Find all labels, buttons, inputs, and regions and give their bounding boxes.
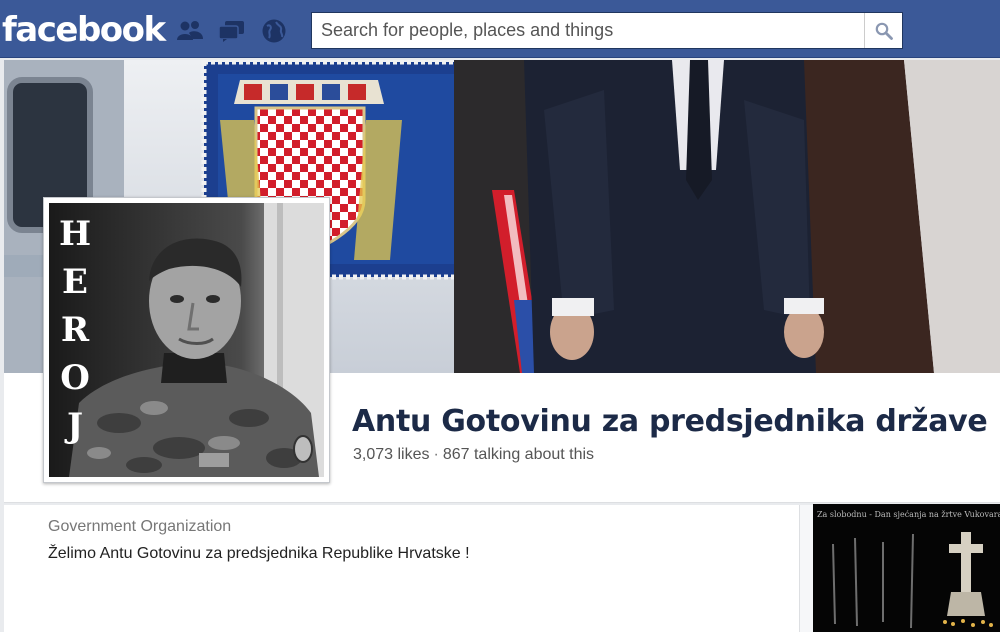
friend-requests-icon[interactable] bbox=[176, 18, 204, 44]
page-stats: 3,073 likes · 867 talking about this bbox=[353, 446, 594, 464]
about-box: Government Organization Želimo Antu Goto… bbox=[4, 505, 800, 632]
heroj-letter: H bbox=[59, 214, 91, 254]
heroj-letter: O bbox=[60, 358, 90, 398]
search-button[interactable] bbox=[864, 13, 902, 48]
talking-about-count[interactable]: 867 talking about this bbox=[443, 446, 594, 463]
search-box bbox=[311, 12, 903, 49]
heroj-letter: R bbox=[61, 310, 90, 350]
page-description: Želimo Antu Gotovinu za predsjednika Rep… bbox=[48, 545, 470, 562]
facebook-logo[interactable]: facebook bbox=[2, 10, 166, 50]
heroj-letter: E bbox=[62, 262, 88, 302]
likes-count[interactable]: 3,073 likes bbox=[353, 446, 430, 463]
top-bar: facebook bbox=[0, 0, 1000, 58]
profile-picture[interactable]: H E R O J bbox=[43, 197, 330, 483]
heroj-letter: J bbox=[64, 406, 83, 446]
page: facebook Search for people, places and t… bbox=[0, 0, 1000, 632]
stats-separator: · bbox=[433, 446, 439, 463]
page-category[interactable]: Government Organization bbox=[48, 518, 231, 536]
notifications-globe-icon[interactable] bbox=[260, 18, 288, 44]
photo-thumbnail[interactable]: Za slobodnu - Dan sjećanja na žrtve Vuko… bbox=[813, 504, 1000, 632]
page-title[interactable]: Antu Gotovinu za predsjednika države bbox=[352, 402, 988, 442]
search-icon bbox=[875, 22, 893, 40]
messages-icon[interactable] bbox=[218, 18, 246, 44]
search-input[interactable] bbox=[312, 13, 865, 48]
thumbnail-caption: Za slobodnu - Dan sjećanja na žrtve Vuko… bbox=[817, 510, 1000, 519]
